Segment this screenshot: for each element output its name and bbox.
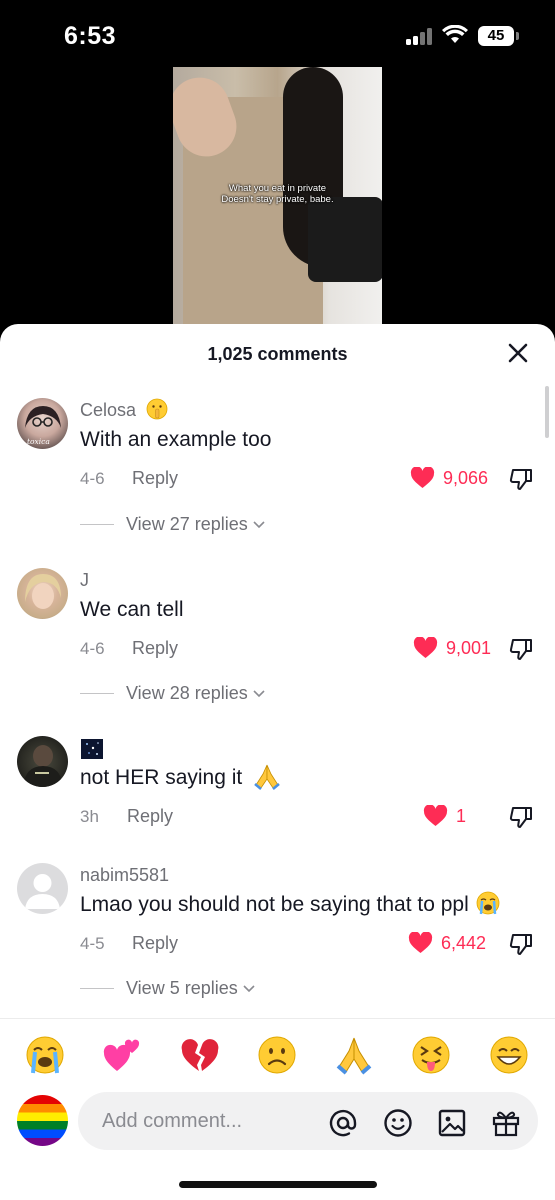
reply-button[interactable]: Reply [127,806,173,827]
view-replies-button[interactable]: View 28 replies [80,683,266,704]
squinting-tongue-face-icon[interactable] [411,1035,451,1075]
like-count: 9,066 [443,467,489,488]
comment-date: 4-6 [80,639,105,658]
rainbow-flag-icon [17,1095,68,1146]
comment-input[interactable]: Add comment... [78,1092,538,1150]
folded-hands-icon[interactable] [334,1035,374,1075]
image-upload-icon[interactable] [437,1108,467,1138]
heart-icon [413,637,438,658]
comment-username[interactable]: nabim5581 [80,865,169,886]
heart-icon [410,467,435,488]
avatar[interactable] [17,736,68,787]
frowning-face-icon[interactable] [257,1035,297,1075]
two-hearts-icon[interactable] [102,1035,142,1075]
view-replies-label: View 5 replies [126,978,238,998]
chevron-down-icon [243,984,255,992]
status-bar: 6:53 45 [0,0,555,70]
comments-count-title: 1,025 comments [207,344,348,364]
home-indicator[interactable] [179,1181,377,1188]
comment-input-placeholder: Add comment... [102,1110,243,1132]
cellular-signal-icon [406,28,434,45]
avatar-image: toxica [25,406,61,446]
video-caption: What you eat in private Doesn't stay pri… [173,183,382,205]
comment-username[interactable]: Celosa [80,398,168,421]
view-replies-label: View 27 replies [126,514,248,534]
heart-icon [408,932,433,953]
comment-text-content: Lmao you should not be saying that to pp… [80,893,469,916]
video-player[interactable]: What you eat in private Doesn't stay pri… [173,67,382,332]
chevron-down-icon [253,520,265,528]
loudly-crying-face-icon [476,892,500,915]
view-replies-label: View 28 replies [126,683,248,703]
default-avatar-icon [25,874,60,909]
gift-icon[interactable] [491,1108,521,1138]
folded-hands-icon [254,765,280,791]
view-replies-button[interactable]: View 5 replies [80,978,256,999]
dislike-icon[interactable] [508,636,534,662]
reply-button[interactable]: Reply [132,468,178,489]
avatar-image [25,574,61,609]
like-button[interactable]: 9,066 [410,467,488,489]
scrollbar[interactable] [545,386,549,438]
avatar[interactable]: toxica [17,398,68,449]
avatar-image [23,745,63,787]
loudly-crying-face-icon[interactable] [25,1035,65,1075]
like-button[interactable]: 9,001 [413,637,491,659]
shushing-face-icon [146,398,168,420]
avatar[interactable] [17,568,68,619]
reply-button[interactable]: Reply [132,933,178,954]
dislike-icon[interactable] [508,466,534,492]
video-sofa [308,197,382,282]
dislike-icon[interactable] [508,931,534,957]
like-button[interactable]: 6,442 [408,932,486,954]
replies-divider-line [80,988,114,989]
username-text: Celosa [80,400,137,420]
comment-text: not HER saying it [80,765,282,791]
view-replies-button[interactable]: View 27 replies [80,514,266,535]
dislike-icon[interactable] [508,804,534,830]
reply-button[interactable]: Reply [132,638,178,659]
wifi-icon [442,25,468,43]
like-count: 1 [456,805,467,826]
comment-text: We can tell [80,598,184,621]
replies-divider-line [80,693,114,694]
svg-text:toxica: toxica [27,437,50,446]
comment-date: 4-6 [80,469,105,488]
avatar[interactable] [17,863,68,914]
username-emoji-icon[interactable] [81,739,103,759]
close-icon[interactable] [506,341,530,365]
caption-line-1: What you eat in private [228,183,327,194]
comment-date: 3h [80,807,99,826]
comment-text-content: not HER saying it [80,766,243,789]
emoji-picker-icon[interactable] [383,1108,413,1138]
heart-icon [423,805,448,826]
comment-text: With an example too [80,428,272,451]
status-time: 6:53 [64,22,117,50]
like-button[interactable]: 1 [423,805,466,827]
replies-divider-line [80,524,114,525]
comment-date: 4-5 [80,934,105,953]
my-avatar[interactable] [17,1095,68,1146]
battery-tip [516,32,519,40]
caption-line-2: Doesn't stay private, babe. [221,194,334,205]
comment-text: Lmao you should not be saying that to pp… [80,892,500,917]
broken-heart-icon[interactable] [180,1035,220,1075]
grinning-face-icon[interactable] [489,1035,529,1075]
emoji-quick-bar [0,1018,555,1090]
mention-icon[interactable] [328,1108,358,1138]
like-count: 9,001 [446,637,492,658]
like-count: 6,442 [441,932,487,953]
battery-indicator: 45 [478,26,514,46]
chevron-down-icon [253,689,265,697]
comment-username[interactable]: J [80,570,89,591]
